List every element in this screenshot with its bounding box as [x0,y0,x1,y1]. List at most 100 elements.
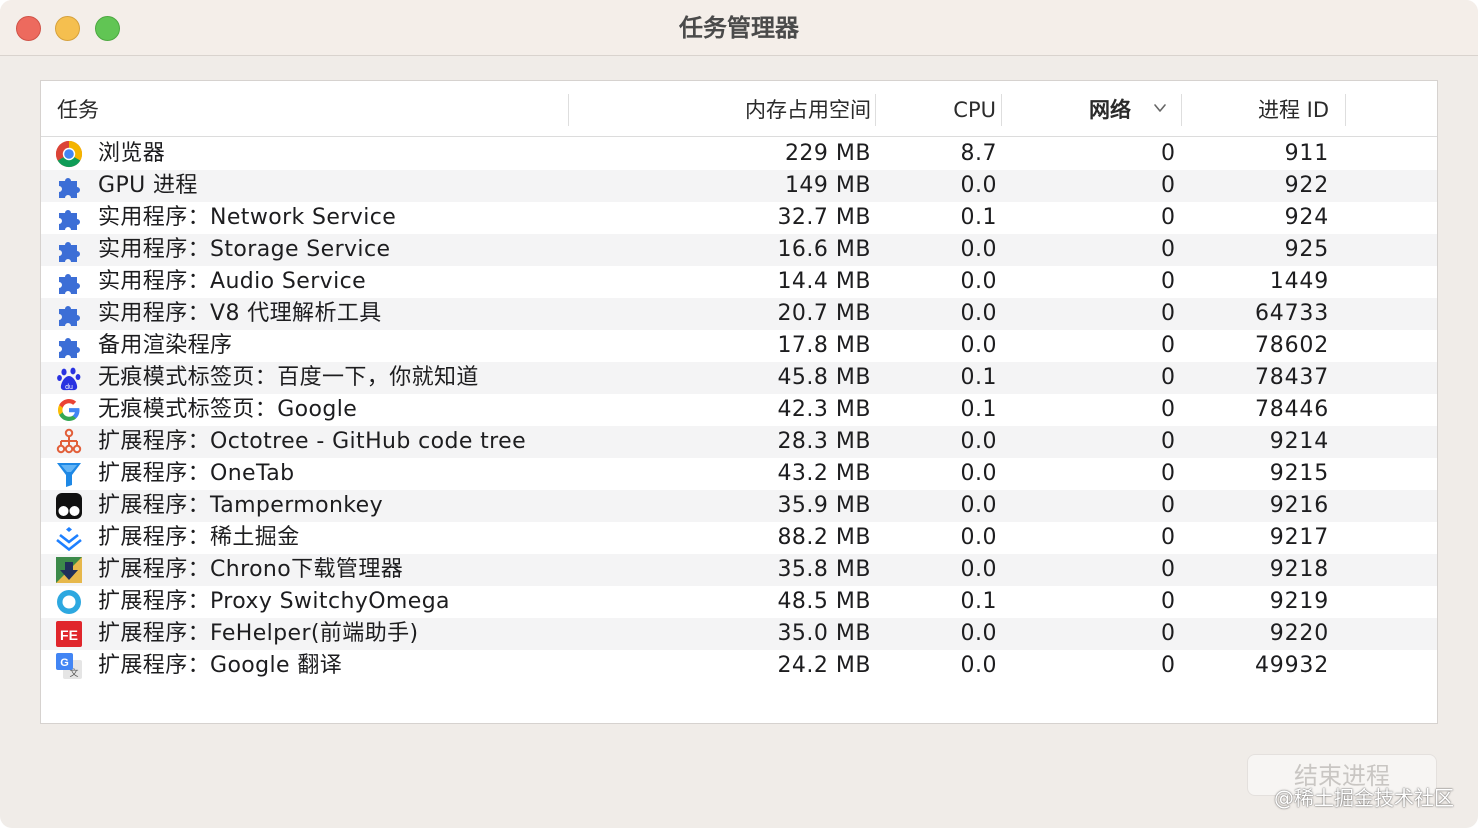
process-id: 78602 [1255,333,1329,358]
column-header-memory[interactable]: 内存占用空间 [745,81,871,137]
process-cpu: 0.1 [960,589,997,614]
process-list: 浏览器 229 MB 8.7 0 911 GPU 进程 149 MB 0.0 0 922 实用程序：… [41,138,1437,682]
process-id: 9218 [1269,557,1329,582]
process-network: 0 [1161,237,1175,262]
process-row[interactable]: GPU 进程 149 MB 0.0 0 922 [41,170,1437,202]
baidu-icon: du [57,367,81,391]
process-memory: 48.5 MB [777,589,871,614]
process-row[interactable]: 无痕模式标签页：Google 42.3 MB 0.1 0 78446 [41,394,1437,426]
process-row[interactable]: 浏览器 229 MB 8.7 0 911 [41,138,1437,170]
chrono-download-icon [56,557,82,583]
process-memory: 32.7 MB [777,205,871,230]
table-header: 任务 内存占用空间 CPU 网络 进程 ID [41,81,1437,137]
process-row[interactable]: G 文扩展程序：Google 翻译 24.2 MB 0.0 0 49932 [41,650,1437,682]
octotree-icon [56,428,82,454]
process-network: 0 [1161,205,1175,230]
process-network: 0 [1161,653,1175,678]
puzzle-icon [59,338,80,358]
sort-descending-chevron-icon[interactable] [1153,101,1167,115]
svg-text:文: 文 [69,667,78,679]
process-memory: 42.3 MB [777,397,871,422]
process-name: 扩展程序：OneTab [98,461,295,486]
process-network: 0 [1161,365,1175,390]
process-cpu: 0.1 [960,397,997,422]
process-name: 无痕模式标签页：Google [98,397,358,422]
column-header-cpu[interactable]: CPU [953,81,996,137]
column-divider[interactable] [1181,94,1182,126]
column-divider[interactable] [1345,94,1346,126]
process-name: 扩展程序：稀土掘金 [98,525,300,550]
process-row[interactable]: 实用程序：Network Service 32.7 MB 0.1 0 924 [41,202,1437,234]
process-id: 924 [1284,205,1329,230]
process-name: 备用渲染程序 [98,333,233,358]
process-cpu: 0.0 [960,333,997,358]
process-network: 0 [1161,493,1175,518]
process-id: 9219 [1269,589,1329,614]
process-id: 9214 [1269,429,1329,454]
process-cpu: 0.0 [960,493,997,518]
process-row[interactable]: 扩展程序：OneTab 43.2 MB 0.0 0 9215 [41,458,1437,490]
google-icon [58,399,80,421]
process-row[interactable]: 扩展程序：Octotree - GitHub code tree 28.3 MB 0… [41,426,1437,458]
column-divider[interactable] [875,94,876,126]
process-memory: 88.2 MB [777,525,871,550]
column-header-task[interactable]: 任务 [57,81,99,137]
process-memory: 17.8 MB [777,333,871,358]
process-memory: 229 MB [784,141,871,166]
column-header-network[interactable]: 网络 [1089,81,1131,137]
process-memory: 35.0 MB [777,621,871,646]
process-id: 925 [1284,237,1329,262]
process-cpu: 0.0 [960,621,997,646]
process-name: 扩展程序：Octotree - GitHub code tree [98,429,527,454]
process-row[interactable]: 扩展程序：Proxy SwitchyOmega 48.5 MB 0.1 0 9219 [41,586,1437,618]
process-memory: 28.3 MB [777,429,871,454]
process-memory: 35.9 MB [777,493,871,518]
watermark: @稀土掘金技术社区 [1274,786,1454,810]
process-id: 1449 [1269,269,1329,294]
process-memory: 35.8 MB [777,557,871,582]
process-row[interactable]: du 无痕模式标签页：百度一下，你就知道 45.8 MB 0.1 0 78437 [41,362,1437,394]
process-network: 0 [1161,141,1175,166]
process-name: 实用程序：Network Service [98,205,397,230]
process-memory: 16.6 MB [777,237,871,262]
process-id: 9217 [1269,525,1329,550]
process-id: 78437 [1255,365,1329,390]
process-network: 0 [1161,589,1175,614]
process-name: 实用程序：Storage Service [98,237,391,262]
process-cpu: 0.0 [960,525,997,550]
column-header-process-id[interactable]: 进程 ID [1258,81,1329,137]
process-memory: 24.2 MB [777,653,871,678]
process-id: 9216 [1269,493,1329,518]
column-divider[interactable] [1001,94,1002,126]
process-network: 0 [1161,621,1175,646]
process-row[interactable]: 实用程序：V8 代理解析工具 20.7 MB 0.0 0 64733 [41,298,1437,330]
puzzle-icon [59,242,80,262]
process-network: 0 [1161,301,1175,326]
switchyomega-icon [57,590,81,614]
process-row[interactable]: 实用程序：Audio Service 14.4 MB 0.0 0 1449 [41,266,1437,298]
process-network: 0 [1161,333,1175,358]
process-name: 实用程序：Audio Service [98,269,367,294]
process-id: 9220 [1269,621,1329,646]
process-row[interactable]: 扩展程序：Tampermonkey 35.9 MB 0.0 0 9216 [41,490,1437,522]
process-network: 0 [1161,173,1175,198]
process-row[interactable]: 备用渲染程序 17.8 MB 0.0 0 78602 [41,330,1437,362]
process-network: 0 [1161,557,1175,582]
puzzle-icon [59,178,80,198]
process-cpu: 0.0 [960,461,997,486]
process-id: 49932 [1255,653,1329,678]
column-divider[interactable] [568,94,569,126]
puzzle-icon [59,274,80,294]
process-name: 无痕模式标签页：百度一下，你就知道 [98,365,479,390]
process-row[interactable]: 实用程序：Storage Service 16.6 MB 0.0 0 925 [41,234,1437,266]
process-name: GPU 进程 [98,173,198,198]
svg-text:FE: FE [60,627,78,643]
process-cpu: 0.0 [960,653,997,678]
puzzle-icon [59,210,80,230]
process-row[interactable]: 扩展程序：Chrono下载管理器 35.8 MB 0.0 0 9218 [41,554,1437,586]
process-row[interactable]: FE 扩展程序：FeHelper(前端助手) 35.0 MB 0.0 0 9220 [41,618,1437,650]
process-row[interactable]: 扩展程序：稀土掘金 88.2 MB 0.0 0 9217 [41,522,1437,554]
svg-text:du: du [65,384,73,391]
process-id: 922 [1284,173,1329,198]
process-id: 911 [1284,141,1329,166]
